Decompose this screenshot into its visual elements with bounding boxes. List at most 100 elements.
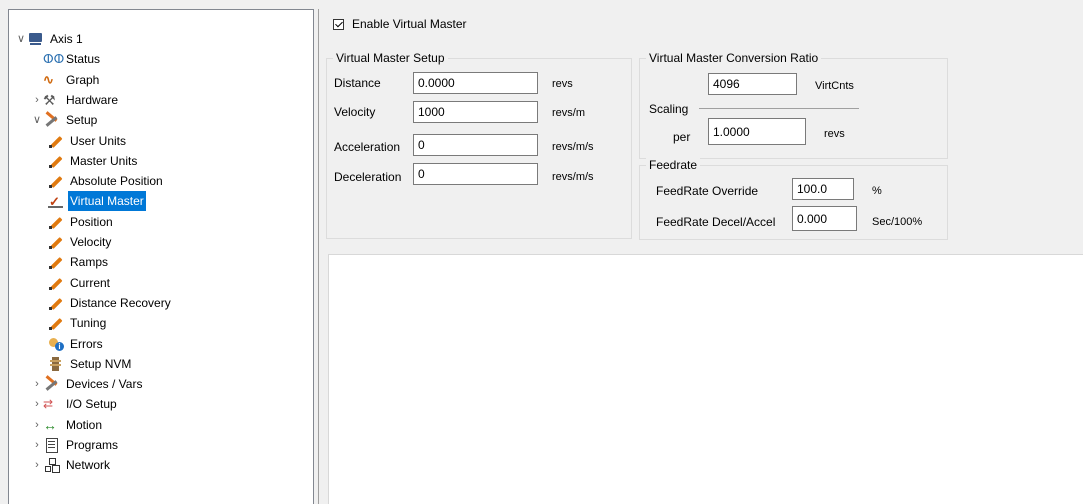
chevron-right-icon[interactable]: › — [31, 394, 43, 414]
tree-item-i-o-setup[interactable]: › ⇄ I/O Setup — [31, 394, 119, 414]
tree-item-errors[interactable]: Errors — [45, 334, 105, 354]
tree-item-graph[interactable]: ∿ Graph — [31, 70, 101, 90]
tree-item-setup[interactable]: ∨ Setup — [31, 110, 99, 130]
tree-item-virtual-master[interactable]: Virtual Master — [45, 191, 146, 212]
enable-virtual-master-label: Enable Virtual Master — [352, 17, 467, 31]
setup-tools-icon — [43, 112, 61, 128]
project-tree[interactable]: ∨ Axis 1 ⵀⵀ Status ∿ Graph › ⚒ Hardware ∨ Setup Use… — [8, 9, 314, 504]
tree-item-label: Status — [66, 52, 101, 67]
tree-item-label: Hardware — [66, 92, 119, 107]
feedrate-override-unit: % — [872, 185, 882, 197]
tree-item-label: Devices / Vars — [66, 377, 143, 392]
chevron-right-icon[interactable]: › — [31, 90, 43, 110]
chevron-down-icon[interactable]: ∨ — [15, 29, 27, 49]
tree-item-label: Virtual Master — [68, 191, 146, 212]
tree-item-ramps[interactable]: Ramps — [45, 252, 110, 272]
tree-item-label: Velocity — [70, 235, 112, 249]
pen-icon — [47, 315, 65, 331]
pen-icon — [47, 153, 65, 169]
tree-item-label: I/O Setup — [66, 397, 117, 412]
tree-item-label: Setup NVM — [70, 356, 132, 371]
tree-item-velocity[interactable]: Velocity — [45, 232, 113, 252]
tree-item-absolute-position[interactable]: Absolute Position — [45, 171, 165, 191]
velocity-input[interactable] — [413, 101, 538, 123]
distance-input[interactable] — [413, 72, 538, 94]
network-icon — [43, 457, 61, 473]
tree-item-hardware[interactable]: › ⚒ Hardware — [31, 90, 120, 110]
graph-icon: ∿ — [43, 71, 54, 87]
pen-icon — [47, 133, 65, 149]
acceleration-label: Acceleration — [334, 140, 401, 154]
feedrate-decel-accel-unit: Sec/100% — [872, 216, 923, 228]
tree-item-label: Graph — [66, 72, 100, 87]
per-label: per — [673, 130, 691, 144]
distance-unit: revs — [552, 78, 573, 90]
group-title: Virtual Master Setup — [333, 51, 448, 65]
io-icon: ⇄ — [43, 397, 54, 412]
revs-input[interactable] — [708, 118, 806, 145]
tree-item-programs[interactable]: › Programs — [31, 435, 120, 455]
velocity-label: Velocity — [334, 105, 376, 119]
tree-item-network[interactable]: › Network — [31, 455, 112, 475]
tree-item-distance-recovery[interactable]: Distance Recovery — [45, 293, 173, 313]
revs-unit: revs — [824, 128, 845, 140]
conversion-ratio-group: Virtual Master Conversion Ratio VirtCnts… — [639, 51, 948, 159]
feedrate-override-label: FeedRate Override — [656, 184, 759, 198]
motion-arrows-icon: ↔ — [43, 416, 57, 433]
feedrate-group: Feedrate FeedRate Override % FeedRate De… — [639, 158, 948, 240]
tree-item-label: User Units — [70, 133, 127, 148]
pen-icon — [47, 214, 65, 230]
acceleration-unit: revs/m/s — [552, 141, 594, 153]
enable-virtual-master-checkbox[interactable]: Enable Virtual Master — [333, 17, 467, 31]
chevron-down-icon[interactable]: ∨ — [31, 110, 43, 130]
tree-item-master-units[interactable]: Master Units — [45, 151, 139, 171]
setup-tools-icon — [43, 376, 61, 392]
chevron-right-icon[interactable]: › — [31, 374, 43, 394]
virtual-master-panel: Enable Virtual Master Virtual Master Set… — [319, 9, 1083, 504]
virtcnts-input[interactable] — [708, 73, 797, 95]
tree-item-label: Motion — [66, 417, 103, 432]
group-title: Virtual Master Conversion Ratio — [646, 51, 822, 65]
tree-item-setup-nvm[interactable]: Setup NVM — [45, 354, 133, 374]
pen-icon — [47, 295, 65, 311]
tree-item-devices-vars[interactable]: › Devices / Vars — [31, 374, 144, 394]
tree-item-label: Absolute Position — [70, 174, 163, 189]
graph-canvas-area — [328, 254, 1083, 504]
virtual-master-icon — [47, 192, 65, 212]
glasses-icon: ⵀⵀ — [43, 52, 65, 67]
pen-icon — [47, 234, 65, 250]
tree-item-motion[interactable]: › ↔ Motion — [31, 415, 104, 435]
pen-icon — [47, 275, 65, 291]
tree-item-label: Programs — [66, 438, 119, 452]
tree-item-current[interactable]: Current — [45, 273, 112, 293]
tree-item-position[interactable]: Position — [45, 212, 115, 232]
velocity-unit: revs/m — [552, 107, 585, 119]
tree-item-label: Current — [70, 275, 111, 290]
tree-item-label: Ramps — [70, 255, 109, 270]
feedrate-override-input[interactable] — [792, 178, 854, 200]
acceleration-input[interactable] — [413, 134, 538, 156]
hardware-icon: ⚒ — [43, 91, 56, 108]
tree-item-label: Master Units — [70, 153, 138, 168]
deceleration-input[interactable] — [413, 163, 538, 185]
virtcnts-unit: VirtCnts — [815, 80, 854, 92]
checkbox-checked-icon[interactable] — [333, 18, 344, 30]
chevron-right-icon[interactable]: › — [31, 455, 43, 475]
pen-icon — [47, 254, 65, 270]
programs-icon — [43, 437, 61, 453]
tree-item-label: Setup — [66, 113, 98, 128]
tree-item-user-units[interactable]: User Units — [45, 131, 128, 151]
deceleration-label: Deceleration — [334, 170, 402, 184]
tree-item-label: Distance Recovery — [70, 295, 171, 310]
chevron-right-icon[interactable]: › — [31, 435, 43, 455]
tree-item-tuning[interactable]: Tuning — [45, 313, 108, 333]
tree-item-label: Network — [66, 458, 111, 473]
tree-item-axis-1[interactable]: ∨ Axis 1 — [15, 29, 85, 49]
chevron-right-icon[interactable]: › — [31, 415, 43, 435]
group-title: Feedrate — [646, 158, 701, 172]
feedrate-decel-accel-input[interactable] — [792, 206, 857, 231]
tree-item-label: Axis 1 — [50, 32, 83, 46]
distance-label: Distance — [334, 76, 381, 90]
errors-info-icon — [47, 336, 65, 352]
tree-item-status[interactable]: ⵀⵀ Status — [31, 49, 102, 69]
